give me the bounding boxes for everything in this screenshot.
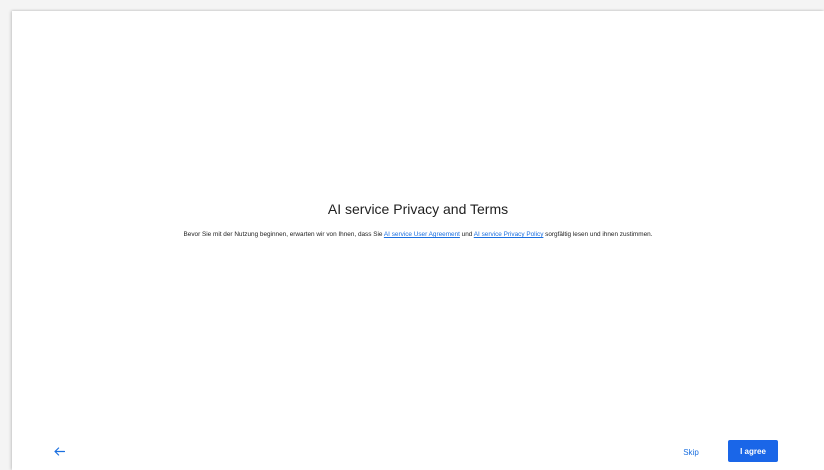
consent-text-suffix: sorgfältig lesen und ihnen zustimmen. — [543, 231, 653, 238]
user-agreement-link[interactable]: AI service User Agreement — [384, 231, 460, 238]
skip-button[interactable]: Skip — [672, 442, 710, 462]
agree-button[interactable]: I agree — [728, 440, 778, 462]
consent-text-prefix: Bevor Sie mit der Nutzung beginnen, erwa… — [183, 231, 384, 238]
back-button[interactable] — [48, 440, 70, 462]
screen: AI service Privacy and Terms Bevor Sie m… — [0, 0, 824, 470]
consent-description: Bevor Sie mit der Nutzung beginnen, erwa… — [12, 231, 824, 238]
consent-text-and: und — [459, 231, 474, 238]
privacy-policy-link[interactable]: AI service Privacy Policy — [474, 231, 544, 238]
consent-panel: AI service Privacy and Terms Bevor Sie m… — [12, 11, 824, 470]
arrow-left-icon — [53, 446, 65, 456]
page-title: AI service Privacy and Terms — [327, 201, 509, 217]
